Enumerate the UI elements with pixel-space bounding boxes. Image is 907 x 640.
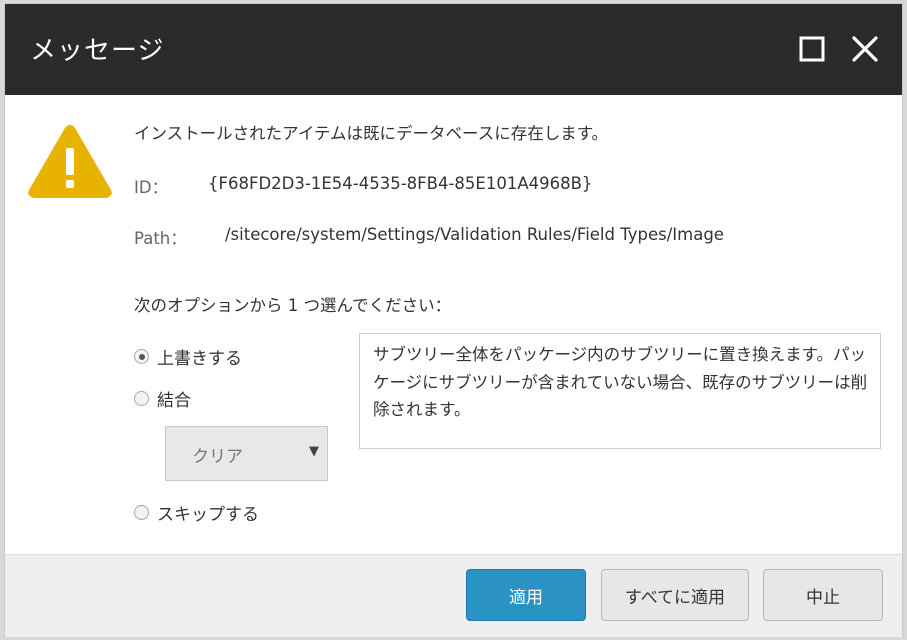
overwrite-label: 上書きする xyxy=(157,349,242,369)
merge-radio[interactable] xyxy=(134,391,149,406)
cancel-button[interactable]: 中止 xyxy=(763,569,883,621)
merge-mode-select[interactable]: クリア ▼ xyxy=(165,426,328,481)
maximize-button[interactable] xyxy=(797,34,827,64)
skip-label: スキップする xyxy=(157,505,259,525)
close-button[interactable] xyxy=(850,34,880,64)
option-merge[interactable]: 結合 xyxy=(134,386,191,411)
dialog-titlebar: メッセージ xyxy=(5,4,902,95)
path-value: /sitecore/system/Settings/Validation Rul… xyxy=(225,225,724,244)
overwrite-radio[interactable] xyxy=(134,349,149,364)
warning-icon xyxy=(28,125,112,198)
dialog-footer: 適用 すべてに適用 中止 xyxy=(5,554,902,637)
id-label: ID： xyxy=(134,178,169,197)
option-overwrite[interactable]: 上書きする xyxy=(134,344,242,369)
skip-radio[interactable] xyxy=(134,505,149,520)
options-prompt: 次のオプションから 1 つ選んでください： xyxy=(134,296,452,315)
id-value: {F68FD2D3-1E54-4535-8FB4-85E101A4968B} xyxy=(208,174,593,193)
merge-mode-value: クリア xyxy=(192,447,243,467)
apply-button[interactable]: 適用 xyxy=(466,569,586,621)
close-icon xyxy=(852,36,878,62)
dialog-title: メッセージ xyxy=(30,36,165,66)
apply-all-button[interactable]: すべてに適用 xyxy=(601,569,749,621)
maximize-icon xyxy=(799,36,825,62)
option-description: サブツリー全体をパッケージ内のサブツリーに置き換えます。パッケージにサブツリーが… xyxy=(359,333,881,449)
chevron-down-icon: ▼ xyxy=(309,444,319,459)
option-skip[interactable]: スキップする xyxy=(134,500,259,525)
merge-label: 結合 xyxy=(157,391,191,411)
message-text: インストールされたアイテムは既にデータベースに存在します。 xyxy=(134,124,609,143)
path-label: Path： xyxy=(134,229,187,248)
message-dialog: メッセージ インストールされたアイテムは既にデータベースに存在します。 ID： … xyxy=(5,4,902,637)
